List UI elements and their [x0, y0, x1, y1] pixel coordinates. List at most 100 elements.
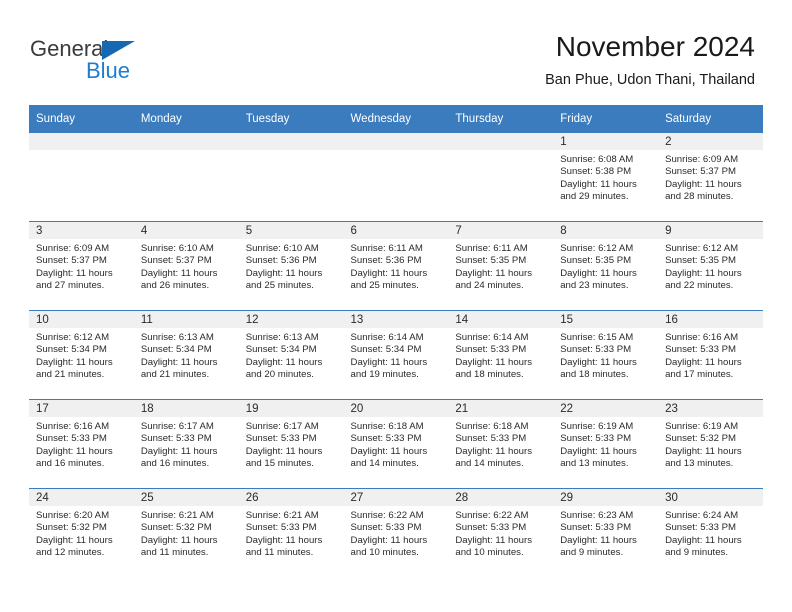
page-subtitle: Ban Phue, Udon Thani, Thailand: [545, 72, 755, 88]
day-number: 14: [448, 311, 554, 328]
sunset-text: Sunset: 5:33 PM: [665, 344, 736, 356]
calendar-day-cell[interactable]: 4 Sunrise: 6:10 AM Sunset: 5:37 PM Daylight…: [133, 221, 239, 311]
calendar-day-cell[interactable]: 2 Sunrise: 6:09 AM Sunset: 5:37 PM Daylight…: [658, 132, 763, 222]
calendar-day-cell[interactable]: 9 Sunrise: 6:12 AM Sunset: 5:35 PM Daylight…: [658, 221, 763, 311]
calendar-day-cell-empty: [29, 132, 134, 222]
daylight-text-line2: and 19 minutes.: [350, 369, 419, 381]
calendar-day-cell[interactable]: 14 Sunrise: 6:14 AM Sunset: 5:33 PM Dayligh…: [448, 310, 554, 400]
daylight-text-line2: and 17 minutes.: [665, 369, 734, 381]
day-cell-inner: 16 Sunrise: 6:16 AM Sunset: 5:33 PM Dayligh…: [658, 311, 763, 399]
calendar-day-cell[interactable]: 1 Sunrise: 6:08 AM Sunset: 5:38 PM Daylight…: [553, 132, 659, 222]
daylight-text-line2: and 15 minutes.: [245, 458, 314, 470]
daylight-text-line2: and 21 minutes.: [36, 369, 105, 381]
day-cell-details: Sunrise: 6:19 AM Sunset: 5:32 PM Daylight:…: [658, 417, 763, 471]
calendar-day-cell[interactable]: 7 Sunrise: 6:11 AM Sunset: 5:35 PM Daylight…: [448, 221, 554, 311]
calendar-day-cell[interactable]: 10 Sunrise: 6:12 AM Sunset: 5:34 PM Dayligh…: [29, 310, 134, 400]
day-cell-details: Sunrise: 6:12 AM Sunset: 5:35 PM Daylight:…: [553, 239, 658, 293]
calendar-body: 1 Sunrise: 6:08 AM Sunset: 5:38 PM Daylight…: [29, 132, 763, 577]
calendar-day-cell[interactable]: 21 Sunrise: 6:18 AM Sunset: 5:33 PM Dayligh…: [448, 399, 554, 489]
sunrise-text: Sunrise: 6:21 AM: [140, 510, 214, 521]
calendar-day-cell-empty: [343, 132, 449, 222]
day-cell-details: Sunrise: 6:09 AM Sunset: 5:37 PM Daylight:…: [658, 150, 763, 204]
sunrise-text: Sunrise: 6:22 AM: [455, 510, 529, 521]
sunset-text: Sunset: 5:33 PM: [350, 433, 422, 445]
daylight-text-line2: and 18 minutes.: [560, 369, 629, 381]
day-number: 21: [448, 400, 554, 417]
calendar-day-cell[interactable]: 3 Sunrise: 6:09 AM Sunset: 5:37 PM Daylight…: [29, 221, 134, 311]
calendar-day-cell[interactable]: 25 Sunrise: 6:21 AM Sunset: 5:32 PM Dayligh…: [133, 488, 239, 577]
calendar-day-cell[interactable]: 5 Sunrise: 6:10 AM Sunset: 5:36 PM Daylight…: [238, 221, 344, 311]
calendar-day-cell[interactable]: 15 Sunrise: 6:15 AM Sunset: 5:33 PM Dayligh…: [553, 310, 659, 400]
daylight-text-line1: Daylight: 11 hours: [140, 356, 218, 368]
day-cell-details: Sunrise: 6:18 AM Sunset: 5:33 PM Daylight:…: [344, 417, 449, 471]
day-cell-inner: 27 Sunrise: 6:22 AM Sunset: 5:33 PM Dayligh…: [343, 489, 449, 577]
calendar-day-cell[interactable]: 23 Sunrise: 6:19 AM Sunset: 5:32 PM Dayligh…: [658, 399, 763, 489]
day-cell-details: Sunrise: 6:16 AM Sunset: 5:33 PM Daylight:…: [658, 328, 763, 382]
sunrise-text: Sunrise: 6:18 AM: [350, 421, 424, 432]
calendar-day-cell[interactable]: 12 Sunrise: 6:13 AM Sunset: 5:34 PM Dayligh…: [238, 310, 344, 400]
day-number: 15: [553, 311, 659, 328]
day-cell-inner: [29, 133, 134, 221]
day-number: 28: [448, 489, 554, 506]
sunrise-text: Sunrise: 6:19 AM: [560, 421, 634, 432]
general-blue-logo[interactable]: General Blue: [30, 36, 250, 90]
day-number: 30: [658, 489, 763, 506]
sunset-text: Sunset: 5:33 PM: [455, 433, 527, 445]
sunrise-text: Sunrise: 6:16 AM: [36, 421, 110, 432]
daylight-text-line1: Daylight: 11 hours: [665, 178, 742, 190]
sunset-text: Sunset: 5:33 PM: [245, 522, 317, 534]
sunrise-text: Sunrise: 6:13 AM: [140, 332, 214, 343]
day-cell-inner: 21 Sunrise: 6:18 AM Sunset: 5:33 PM Dayligh…: [448, 400, 554, 488]
calendar-day-cell[interactable]: 28 Sunrise: 6:22 AM Sunset: 5:33 PM Dayligh…: [448, 488, 554, 577]
calendar-day-cell[interactable]: 18 Sunrise: 6:17 AM Sunset: 5:33 PM Dayligh…: [133, 399, 239, 489]
sunrise-text: Sunrise: 6:10 AM: [245, 243, 319, 254]
day-cell-details: Sunrise: 6:13 AM Sunset: 5:34 PM Daylight:…: [134, 328, 239, 382]
calendar-day-cell[interactable]: 6 Sunrise: 6:11 AM Sunset: 5:36 PM Daylight…: [343, 221, 449, 311]
day-cell-inner: 28 Sunrise: 6:22 AM Sunset: 5:33 PM Dayligh…: [448, 489, 554, 577]
day-cell-inner: 14 Sunrise: 6:14 AM Sunset: 5:33 PM Dayligh…: [448, 311, 554, 399]
weekday-header-wednesday: Wednesday: [343, 105, 449, 133]
day-number: [29, 133, 134, 150]
calendar-day-cell[interactable]: 19 Sunrise: 6:17 AM Sunset: 5:33 PM Dayligh…: [238, 399, 344, 489]
calendar-day-cell[interactable]: 29 Sunrise: 6:23 AM Sunset: 5:33 PM Dayligh…: [553, 488, 659, 577]
weekday-header-saturday: Saturday: [658, 105, 763, 133]
sunrise-text: Sunrise: 6:14 AM: [350, 332, 424, 343]
calendar-day-cell[interactable]: 13 Sunrise: 6:14 AM Sunset: 5:34 PM Dayligh…: [343, 310, 449, 400]
daylight-text-line1: Daylight: 11 hours: [665, 356, 742, 368]
calendar-day-cell[interactable]: 22 Sunrise: 6:19 AM Sunset: 5:33 PM Dayligh…: [553, 399, 659, 489]
calendar-day-cell[interactable]: 16 Sunrise: 6:16 AM Sunset: 5:33 PM Dayligh…: [658, 310, 763, 400]
daylight-text-line1: Daylight: 11 hours: [350, 356, 428, 368]
calendar-day-cell[interactable]: 26 Sunrise: 6:21 AM Sunset: 5:33 PM Dayligh…: [238, 488, 344, 577]
sunset-text: Sunset: 5:33 PM: [560, 522, 632, 534]
sunrise-text: Sunrise: 6:11 AM: [350, 243, 423, 254]
day-number: 11: [133, 311, 239, 328]
calendar-day-cell[interactable]: 20 Sunrise: 6:18 AM Sunset: 5:33 PM Dayligh…: [343, 399, 449, 489]
daylight-text-line2: and 23 minutes.: [560, 280, 629, 292]
calendar-week-row: 3 Sunrise: 6:09 AM Sunset: 5:37 PM Daylight…: [29, 221, 763, 311]
daylight-text-line2: and 28 minutes.: [665, 191, 734, 203]
calendar-week-row: 17 Sunrise: 6:16 AM Sunset: 5:33 PM Dayligh…: [29, 399, 763, 489]
sunset-text: Sunset: 5:37 PM: [36, 255, 107, 267]
daylight-text-line2: and 10 minutes.: [455, 547, 524, 559]
day-cell-details: Sunrise: 6:20 AM Sunset: 5:32 PM Daylight:…: [29, 506, 134, 560]
calendar-day-cell[interactable]: 27 Sunrise: 6:22 AM Sunset: 5:33 PM Dayligh…: [343, 488, 449, 577]
sunrise-text: Sunrise: 6:08 AM: [560, 154, 634, 165]
sunset-text: Sunset: 5:37 PM: [665, 166, 736, 178]
day-cell-details: [29, 150, 134, 154]
calendar-day-cell[interactable]: 17 Sunrise: 6:16 AM Sunset: 5:33 PM Dayligh…: [29, 399, 134, 489]
daylight-text-line1: Daylight: 11 hours: [455, 445, 532, 457]
day-cell-inner: [448, 133, 554, 221]
day-cell-inner: 26 Sunrise: 6:21 AM Sunset: 5:33 PM Dayligh…: [238, 489, 344, 577]
calendar-day-cell[interactable]: 24 Sunrise: 6:20 AM Sunset: 5:32 PM Dayligh…: [29, 488, 134, 577]
calendar-day-cell[interactable]: 8 Sunrise: 6:12 AM Sunset: 5:35 PM Daylight…: [553, 221, 659, 311]
day-cell-inner: 29 Sunrise: 6:23 AM Sunset: 5:33 PM Dayligh…: [553, 489, 659, 577]
weekday-header-friday: Friday: [553, 105, 659, 133]
day-cell-details: Sunrise: 6:15 AM Sunset: 5:33 PM Daylight:…: [553, 328, 658, 382]
day-cell-details: Sunrise: 6:23 AM Sunset: 5:33 PM Daylight:…: [553, 506, 658, 560]
calendar-day-cell[interactable]: 30 Sunrise: 6:24 AM Sunset: 5:33 PM Dayligh…: [658, 488, 763, 577]
sunrise-text: Sunrise: 6:18 AM: [455, 421, 529, 432]
calendar-day-cell[interactable]: 11 Sunrise: 6:13 AM Sunset: 5:34 PM Dayligh…: [133, 310, 239, 400]
day-cell-details: Sunrise: 6:24 AM Sunset: 5:33 PM Daylight:…: [658, 506, 763, 560]
sunset-text: Sunset: 5:32 PM: [140, 522, 212, 534]
day-number: 8: [553, 222, 659, 239]
